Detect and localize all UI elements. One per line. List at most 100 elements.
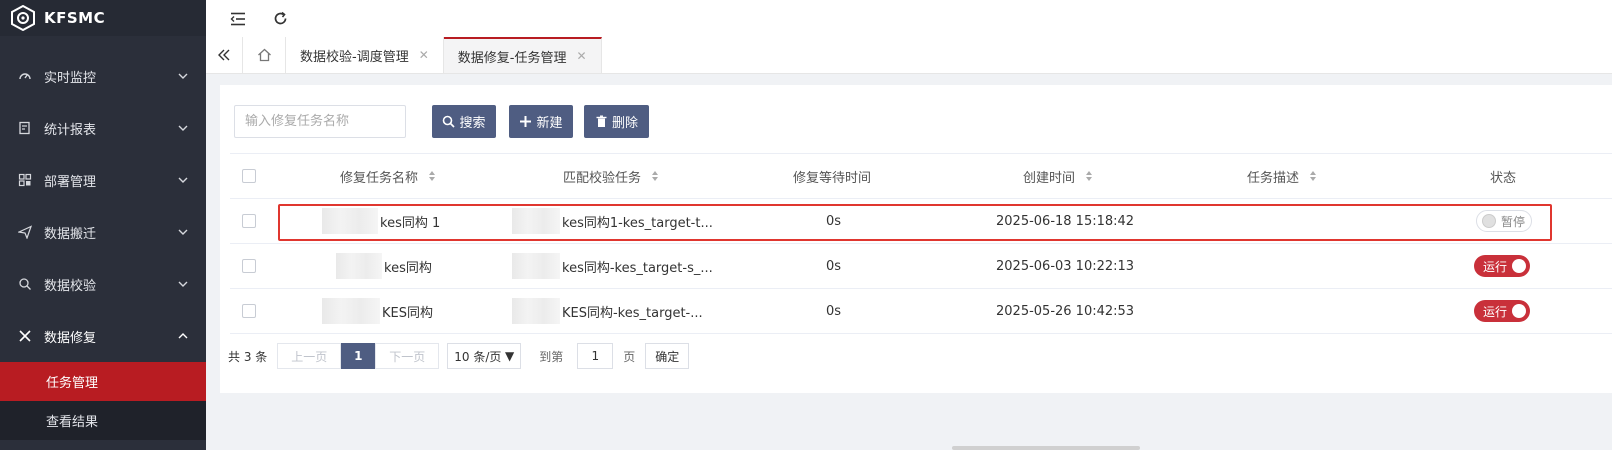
next-page-button[interactable]: 下一页 (375, 343, 440, 369)
sidebar-item-deploy-management[interactable]: 部署管理 (0, 154, 206, 206)
status-toggle[interactable]: 暂停 (1476, 210, 1532, 232)
status-cell: 暂停 (1476, 199, 1532, 243)
tab-label: 数据修复-任务管理 (457, 50, 567, 66)
new-button[interactable]: 新建 (509, 105, 573, 138)
sidebar-item-label: 数据校验 (44, 278, 97, 294)
page-number-current[interactable]: 1 (341, 343, 376, 369)
redacted-block (322, 298, 380, 324)
chevron-down-icon (178, 281, 188, 287)
collapse-menu-button[interactable] (230, 11, 246, 27)
close-icon[interactable]: ✕ (419, 48, 429, 62)
row-checkbox[interactable] (242, 214, 256, 228)
indent-icon (230, 12, 245, 25)
status-toggle[interactable]: 运行 (1474, 300, 1530, 322)
page-size-select[interactable]: 10 条/页 ▼ (447, 343, 522, 369)
sidebar-subitem-task-management[interactable]: 任务管理 (0, 362, 206, 401)
redacted-block (336, 253, 382, 279)
status-label: 暂停 (1501, 214, 1526, 229)
status-cell: 运行 (1474, 289, 1530, 333)
created-time: 2025-05-26 10:42:53 (996, 303, 1135, 319)
close-icon[interactable]: ✕ (576, 49, 586, 63)
send-icon (18, 225, 32, 239)
table-header: 修复任务名称 匹配校验任务 修复等待时间 创建时间 任务描述 状态 (230, 154, 1612, 199)
tab-home[interactable] (243, 37, 286, 73)
magnifier-icon (19, 278, 31, 290)
new-button-label: 新建 (536, 116, 563, 131)
toggle-knob (1482, 214, 1496, 228)
page-size-value: 10 条/页 (454, 349, 502, 364)
status-label: 运行 (1483, 259, 1508, 274)
status-toggle[interactable]: 运行 (1474, 255, 1530, 277)
tools-icon (19, 330, 31, 342)
goto-label: 到第 (539, 349, 564, 364)
plus-icon (520, 116, 532, 127)
column-header-label: 修复等待时间 (793, 170, 872, 186)
sidebar-item-data-repair[interactable]: 数据修复 (0, 310, 206, 362)
sidebar-subitem-view-results[interactable]: 查看结果 (0, 401, 206, 440)
logo-icon (11, 5, 35, 31)
table-row[interactable]: KES同构 KES同构-kes_target-... 0s 2025-05-26… (230, 289, 1612, 334)
main-panel: 搜索 新建 删除 修复任务名称 匹配校验任务 修复等待时间 (220, 85, 1612, 393)
tab-repair-task[interactable]: 数据修复-任务管理 ✕ (443, 37, 602, 73)
created-time: 2025-06-03 10:22:13 (996, 258, 1135, 274)
report-icon (19, 121, 30, 135)
redacted-block (512, 253, 560, 279)
caret-down-icon: ▼ (505, 349, 515, 363)
wait-time: 0s (826, 303, 842, 319)
column-header-created[interactable]: 创建时间 (1023, 154, 1093, 198)
prev-page-button[interactable]: 上一页 (277, 343, 342, 369)
table-row[interactable]: kes同构 1 kes同构1-kes_target-t... 0s 2025-0… (230, 199, 1612, 244)
column-header-match[interactable]: 匹配校验任务 (563, 154, 659, 198)
task-table: 修复任务名称 匹配校验任务 修复等待时间 创建时间 任务描述 状态 kes同构 … (230, 153, 1612, 334)
sidebar: KFSMC 实时监控 统计报表 部署管理 数据搬迁 数据校验 数据修复 任务管理… (0, 0, 206, 450)
delete-button[interactable]: 删除 (584, 105, 649, 138)
horizontal-scrollbar[interactable] (952, 446, 1140, 450)
wait-time: 0s (826, 213, 842, 229)
chevron-down-icon (178, 73, 188, 79)
sidebar-item-label: 实时监控 (44, 70, 97, 86)
chevron-up-icon (178, 333, 188, 339)
wait-time: 0s (826, 258, 842, 274)
sort-icon (429, 171, 436, 181)
match-task-cell: kes同构1-kes_target-t... (512, 199, 713, 243)
sidebar-item-data-migration[interactable]: 数据搬迁 (0, 206, 206, 258)
chevron-down-icon (178, 177, 188, 183)
gauge-icon (19, 73, 31, 80)
row-checkbox-cell (242, 289, 256, 333)
search-button[interactable]: 搜索 (432, 105, 496, 138)
column-header-name[interactable]: 修复任务名称 (340, 154, 436, 198)
match-task: kes同构-kes_target-s_... (562, 260, 713, 276)
chevron-down-icon (178, 125, 188, 131)
column-header-label: 任务描述 (1247, 170, 1300, 186)
tab-label: 数据校验-调度管理 (300, 49, 409, 65)
goto-page-input[interactable]: 1 (577, 343, 614, 369)
sidebar-submenu: 任务管理 查看结果 (0, 362, 206, 440)
sidebar-item-data-verify[interactable]: 数据校验 (0, 258, 206, 310)
match-task-cell: KES同构-kes_target-... (512, 289, 703, 333)
task-name: KES同构 (382, 305, 433, 321)
tabs-scroll-left-button[interactable] (206, 37, 243, 73)
goto-unit: 页 (623, 349, 636, 364)
search-button-label: 搜索 (459, 116, 486, 131)
task-name: kes同构 1 (380, 215, 441, 231)
select-all-checkbox[interactable] (242, 169, 256, 183)
refresh-icon (274, 11, 286, 25)
tab-verify-schedule[interactable]: 数据校验-调度管理 ✕ (286, 37, 444, 73)
sidebar-item-realtime-monitor[interactable]: 实时监控 (0, 50, 206, 102)
logo-bar: KFSMC (0, 0, 206, 36)
table-row[interactable]: kes同构 kes同构-kes_target-s_... 0s 2025-06-… (230, 244, 1612, 289)
sidebar-item-statistics-report[interactable]: 统计报表 (0, 102, 206, 154)
search-input[interactable] (234, 105, 406, 138)
match-task: KES同构-kes_target-... (562, 305, 703, 321)
goto-confirm-button[interactable]: 确定 (645, 343, 690, 369)
sidebar-item-label: 数据修复 (44, 330, 97, 346)
refresh-button[interactable] (272, 11, 288, 27)
row-checkbox[interactable] (242, 304, 256, 318)
task-name-cell: KES同构 (322, 289, 433, 333)
status-label: 运行 (1483, 304, 1508, 319)
column-header-desc[interactable]: 任务描述 (1247, 154, 1317, 198)
task-name: kes同构 (384, 260, 432, 276)
app-name: KFSMC (44, 9, 106, 27)
task-name-cell: kes同构 (336, 244, 432, 288)
row-checkbox[interactable] (242, 259, 256, 273)
